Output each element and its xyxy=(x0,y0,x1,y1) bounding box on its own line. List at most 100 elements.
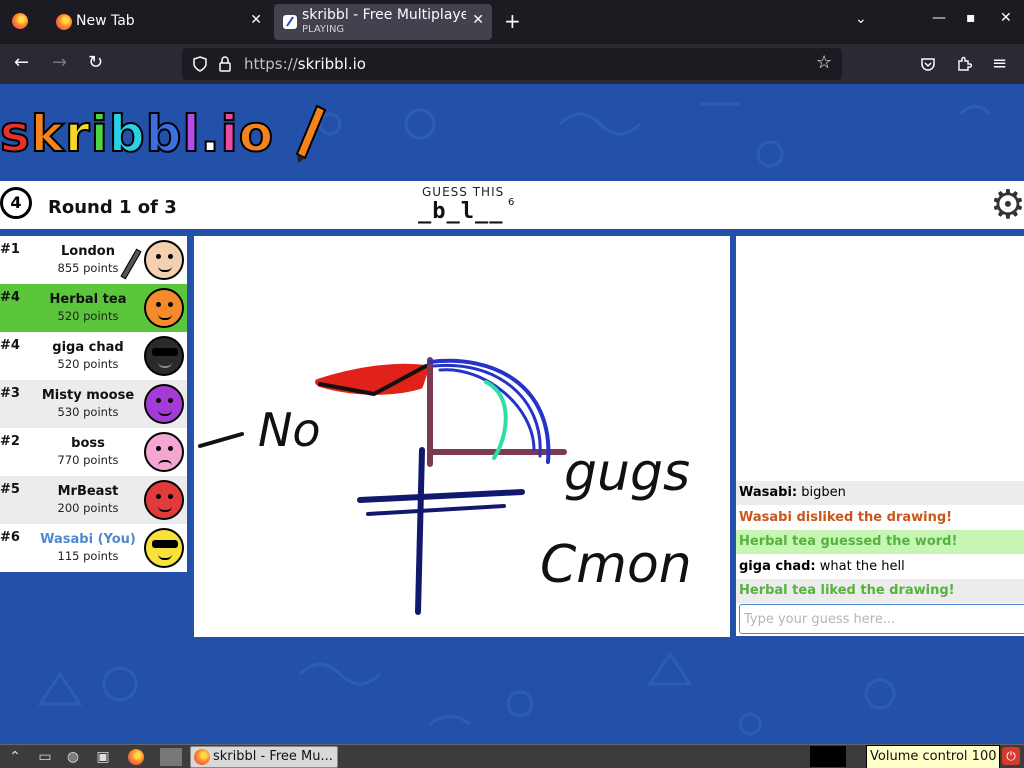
bookmark-star-icon[interactable]: ☆ xyxy=(816,52,832,73)
player-avatar xyxy=(144,528,184,568)
canvas-text: gugs xyxy=(564,443,690,503)
settings-gear-icon[interactable]: ⚙ xyxy=(990,185,1024,225)
logo-letter: b xyxy=(145,104,183,164)
player-row[interactable]: #2 boss 770 points xyxy=(0,428,187,476)
player-list: #1 London 855 points #4 Herbal tea 520 p… xyxy=(0,236,187,572)
forward-icon[interactable]: → xyxy=(52,53,67,73)
workspace-icon[interactable] xyxy=(160,748,182,766)
chat-message: Wasabi: bigben xyxy=(736,481,1024,505)
extensions-icon[interactable] xyxy=(956,56,972,72)
player-name: Wasabi (You) xyxy=(40,532,136,547)
player-row[interactable]: #4 giga chad 520 points xyxy=(0,332,187,380)
tab-skribbl[interactable]: skribbl - Free Multiplayer PLAYING ✕ xyxy=(274,4,492,40)
player-rank: #6 xyxy=(0,530,20,545)
player-row[interactable]: #3 Misty moose 530 points xyxy=(0,380,187,428)
close-tab-icon[interactable]: ✕ xyxy=(472,12,484,28)
navigation-toolbar: ← → ↻ https://skribbl.io ☆ ≡ xyxy=(0,44,1024,84)
skribbl-favicon-icon xyxy=(283,15,297,29)
player-points: 115 points xyxy=(57,549,119,563)
player-rank: #5 xyxy=(0,482,20,497)
player-rank: #3 xyxy=(0,386,20,401)
power-icon[interactable]: ⏻ xyxy=(1002,747,1020,765)
start-menu-icon[interactable]: ⌃ xyxy=(6,748,24,766)
close-window-icon[interactable]: ✕ xyxy=(1000,10,1012,26)
chat-message: Herbal tea liked the drawing! xyxy=(736,579,1024,603)
drawing-strokes: No gugs Cmon xyxy=(198,357,692,615)
word-hint: _b_l__ xyxy=(418,199,504,224)
chat-text: Herbal tea liked the drawing! xyxy=(739,583,955,598)
chevron-down-icon[interactable]: ⌄ xyxy=(855,11,867,27)
player-row[interactable]: #6 Wasabi (You) 115 points xyxy=(0,524,187,572)
reload-icon[interactable]: ↻ xyxy=(88,53,103,73)
canvas-text: No xyxy=(258,403,321,457)
chat-message: giga chad: what the hell xyxy=(736,555,1024,579)
shield-icon[interactable] xyxy=(192,56,208,72)
show-desktop-icon[interactable]: ▣ xyxy=(94,748,112,766)
chat-text: Herbal tea guessed the word! xyxy=(739,534,958,549)
chat-user: Wasabi: xyxy=(739,485,798,500)
player-avatar xyxy=(144,432,184,472)
player-rank: #1 xyxy=(0,242,20,257)
player-rank: #4 xyxy=(0,290,20,305)
player-points: 520 points xyxy=(57,357,119,371)
chat-message: Wasabi disliked the drawing! xyxy=(736,506,1024,530)
volume-tooltip: Volume control 100 xyxy=(866,745,1000,768)
player-row[interactable]: #4 Herbal tea 520 points xyxy=(0,284,187,332)
network-icon[interactable]: ◍ xyxy=(64,748,82,766)
canvas-text: Cmon xyxy=(540,535,692,595)
web-page: skribbl.io 4 Round 1 of 3 GUESS THIS _b_… xyxy=(0,84,1024,744)
pencil-icon xyxy=(295,104,326,163)
url-text[interactable]: https://skribbl.io xyxy=(244,55,366,73)
minimize-icon[interactable]: — xyxy=(932,10,946,26)
player-row[interactable]: #5 MrBeast 200 points xyxy=(0,476,187,524)
chat-panel: Wasabi: bigben Wasabi disliked the drawi… xyxy=(736,236,1024,636)
file-manager-icon[interactable]: ▭ xyxy=(36,748,54,766)
player-avatar xyxy=(144,480,184,520)
hamburger-menu-icon[interactable]: ≡ xyxy=(992,53,1007,74)
guess-input[interactable] xyxy=(739,604,1024,634)
cpu-monitor xyxy=(810,746,846,767)
tab-new-tab[interactable]: New Tab ✕ xyxy=(44,4,270,40)
chat-text: Wasabi disliked the drawing! xyxy=(739,510,953,525)
url-bar[interactable]: https://skribbl.io ☆ xyxy=(182,48,842,80)
pocket-icon[interactable] xyxy=(920,56,936,72)
player-rank: #4 xyxy=(0,338,20,353)
firefox-icon xyxy=(194,749,210,765)
firefox-launcher-icon[interactable] xyxy=(128,749,144,765)
close-tab-icon[interactable]: ✕ xyxy=(250,12,262,28)
tab-title: skribbl - Free Multiplayer xyxy=(302,7,466,23)
player-row[interactable]: #1 London 855 points xyxy=(0,236,187,284)
player-points: 200 points xyxy=(57,501,119,515)
player-name: Misty moose xyxy=(41,388,135,403)
new-tab-icon[interactable]: + xyxy=(504,9,521,33)
url-host: skribbl.io xyxy=(297,55,366,73)
taskbar-window-title: skribbl - Free Mu... xyxy=(213,749,333,764)
chat-text: what the hell xyxy=(819,559,905,574)
player-avatar xyxy=(120,240,184,280)
logo-letter: s xyxy=(0,104,31,164)
skribbl-logo: skribbl.io xyxy=(0,104,327,164)
back-icon[interactable]: ← xyxy=(14,53,29,73)
game-header: 4 Round 1 of 3 GUESS THIS _b_l__ 6 ⚙ xyxy=(0,181,1024,229)
lock-icon[interactable] xyxy=(218,56,232,72)
os-taskbar: ⌃ ▭ ◍ ▣ skribbl - Free Mu... Volume cont… xyxy=(0,744,1024,768)
player-points: 770 points xyxy=(57,453,119,467)
maximize-icon[interactable]: ▪ xyxy=(966,10,976,26)
player-name: boss xyxy=(71,436,105,451)
taskbar-window-button[interactable]: skribbl - Free Mu... xyxy=(190,746,338,768)
player-name: Herbal tea xyxy=(49,292,127,307)
logo-letter: l xyxy=(181,104,201,164)
tab-title: New Tab xyxy=(76,13,135,29)
guess-label: GUESS THIS xyxy=(422,185,505,199)
firefox-menu-icon[interactable] xyxy=(12,13,28,29)
player-points: 530 points xyxy=(57,405,119,419)
logo-letter: r xyxy=(64,104,91,164)
firefox-icon xyxy=(56,14,72,30)
chat-user: giga chad: xyxy=(739,559,816,574)
timer-clock: 4 xyxy=(0,187,32,219)
logo-letter: k xyxy=(30,104,66,164)
logo-letter: i xyxy=(220,104,239,164)
drawing-canvas[interactable]: No gugs Cmon xyxy=(194,236,730,637)
tab-status: PLAYING xyxy=(302,24,345,35)
round-indicator: Round 1 of 3 xyxy=(48,197,177,218)
